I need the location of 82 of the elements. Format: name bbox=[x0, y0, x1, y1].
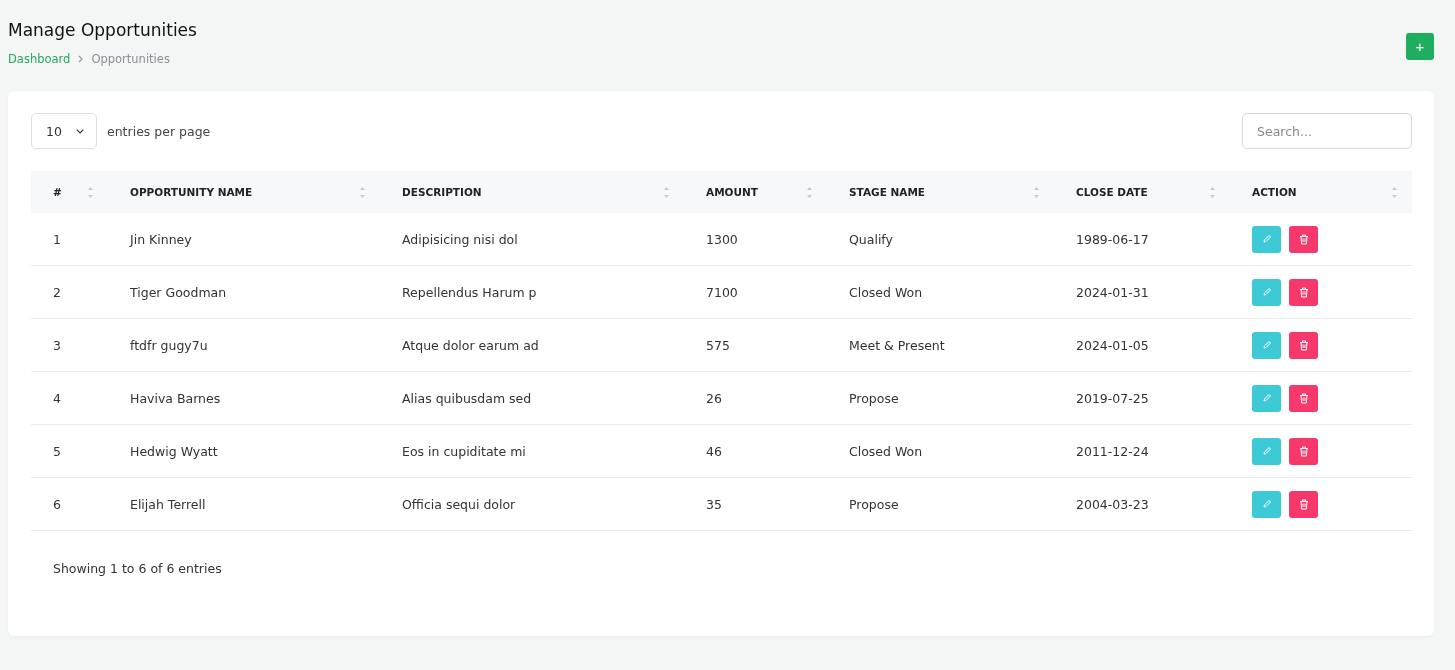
trash-icon bbox=[1298, 286, 1309, 298]
column-header[interactable]: AMOUNT bbox=[684, 171, 827, 213]
table-cell: 1300 bbox=[684, 213, 827, 266]
sort-icon bbox=[663, 186, 670, 199]
delete-button[interactable] bbox=[1289, 384, 1318, 412]
sort-icon bbox=[1209, 186, 1216, 199]
table-cell: Jin Kinney bbox=[108, 213, 380, 266]
edit-button[interactable] bbox=[1252, 384, 1281, 412]
sort-icon bbox=[806, 186, 813, 199]
page-size-select[interactable]: 10 bbox=[31, 113, 97, 149]
table-cell: 7100 bbox=[684, 265, 827, 319]
table-cell: 2019-07-25 bbox=[1054, 371, 1230, 425]
table-cell: 2004-03-23 bbox=[1054, 477, 1230, 531]
trash-icon bbox=[1298, 445, 1309, 457]
table-cell: 575 bbox=[684, 318, 827, 372]
delete-button[interactable] bbox=[1289, 278, 1318, 306]
table-cell: Hedwig Wyatt bbox=[108, 424, 380, 478]
search-field[interactable]: Search... bbox=[1242, 113, 1412, 149]
chevron-down-icon bbox=[75, 127, 84, 135]
sort-icon bbox=[359, 186, 366, 199]
sort-icon bbox=[1033, 186, 1040, 199]
table-cell: Propose bbox=[827, 371, 1054, 425]
column-header[interactable]: OPPORTUNITY NAME bbox=[108, 171, 380, 213]
table-cell: 1 bbox=[31, 213, 108, 266]
delete-button[interactable] bbox=[1289, 331, 1318, 359]
column-header[interactable]: CLOSE DATE bbox=[1054, 171, 1230, 213]
pencil-icon bbox=[1261, 446, 1272, 456]
table-cell: Eos in cupiditate mi bbox=[380, 424, 684, 478]
table-cell: Closed Won bbox=[827, 265, 1054, 319]
table-cell: Qualify bbox=[827, 213, 1054, 266]
table-cell: Officia sequi dolor bbox=[380, 477, 684, 531]
table-cell: 3 bbox=[31, 318, 108, 372]
trash-icon bbox=[1298, 233, 1309, 245]
trash-icon bbox=[1298, 498, 1309, 510]
column-header[interactable]: STAGE NAME bbox=[827, 171, 1054, 213]
column-header[interactable]: ACTION bbox=[1230, 171, 1412, 213]
table-cell: 2024-01-05 bbox=[1054, 318, 1230, 372]
column-header[interactable]: # bbox=[31, 171, 108, 213]
table-cell: 1989-06-17 bbox=[1054, 213, 1230, 266]
table-cell: 4 bbox=[31, 371, 108, 425]
pencil-icon bbox=[1261, 393, 1272, 403]
table-cell: Elijah Terrell bbox=[108, 477, 380, 531]
table-cell: Meet & Present bbox=[827, 318, 1054, 372]
edit-button[interactable] bbox=[1252, 437, 1281, 465]
edit-button[interactable] bbox=[1252, 278, 1281, 306]
table-cell: Propose bbox=[827, 477, 1054, 531]
table-cell: 46 bbox=[684, 424, 827, 478]
table-cell: 26 bbox=[684, 371, 827, 425]
column-header[interactable]: DESCRIPTION bbox=[380, 171, 684, 213]
delete-button[interactable] bbox=[1289, 490, 1318, 518]
page-size-label: entries per page bbox=[107, 123, 211, 139]
table-cell: Adipisicing nisi dol bbox=[380, 213, 684, 266]
breadcrumb-current: Opportunities bbox=[91, 52, 170, 66]
delete-button[interactable] bbox=[1289, 437, 1318, 465]
edit-button[interactable] bbox=[1252, 225, 1281, 253]
trash-icon bbox=[1298, 392, 1309, 404]
table-cell: Atque dolor earum ad bbox=[380, 318, 684, 372]
table-cell: 6 bbox=[31, 477, 108, 531]
page-title: Manage Opportunities bbox=[8, 20, 197, 40]
table-cell: Closed Won bbox=[827, 424, 1054, 478]
edit-button[interactable] bbox=[1252, 331, 1281, 359]
edit-button[interactable] bbox=[1252, 490, 1281, 518]
table-cell: 2011-12-24 bbox=[1054, 424, 1230, 478]
pencil-icon bbox=[1261, 340, 1272, 350]
table-cell: Haviva Barnes bbox=[108, 371, 380, 425]
pencil-icon bbox=[1261, 499, 1272, 509]
table-cell: ftdfr gugy7u bbox=[108, 318, 380, 372]
trash-icon bbox=[1298, 339, 1309, 351]
delete-button[interactable] bbox=[1289, 225, 1318, 253]
entries-summary: Showing 1 to 6 of 6 entries bbox=[52, 561, 223, 576]
pencil-icon bbox=[1261, 234, 1272, 244]
table-cell: 2024-01-31 bbox=[1054, 265, 1230, 319]
pencil-icon bbox=[1261, 287, 1272, 297]
table-cell: Alias quibusdam sed bbox=[380, 371, 684, 425]
table-cell: Tiger Goodman bbox=[108, 265, 380, 319]
table-cell: Repellendus Harum p bbox=[380, 265, 684, 319]
table-cell: 2 bbox=[31, 265, 108, 319]
table-cell: 35 bbox=[684, 477, 827, 531]
chevron-right-icon bbox=[78, 55, 84, 63]
sort-icon bbox=[1391, 186, 1398, 199]
table-cell: 5 bbox=[31, 424, 108, 478]
sort-icon bbox=[87, 186, 94, 199]
